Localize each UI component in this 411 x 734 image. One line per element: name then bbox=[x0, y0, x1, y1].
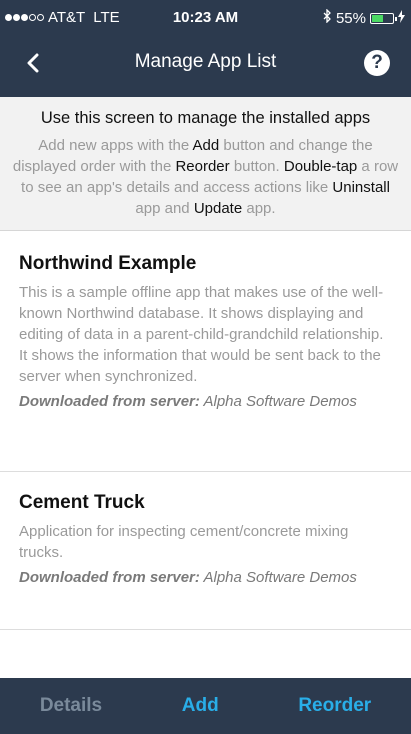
app-source-label: Downloaded from server: bbox=[19, 393, 200, 410]
double-tap-keyword: Double-tap bbox=[283, 158, 358, 175]
app-title: Cement Truck bbox=[19, 492, 145, 513]
app-source-value: Alpha Software Demos bbox=[199, 569, 357, 586]
nav-bar: Manage App List ? bbox=[0, 36, 411, 92]
uninstall-keyword: Uninstall bbox=[332, 179, 390, 196]
status-right: 55% bbox=[323, 8, 405, 27]
app-description: This is a sample offline app that makes … bbox=[19, 284, 384, 385]
app-title: Northwind Example bbox=[19, 253, 197, 274]
details-button[interactable]: Details bbox=[32, 695, 110, 717]
intro-heading: Use this screen to manage the installed … bbox=[40, 109, 371, 127]
add-button[interactable]: Add bbox=[174, 695, 227, 717]
bottom-toolbar: Details Add Reorder bbox=[0, 678, 411, 734]
app-source: Downloaded from server: Alpha Software D… bbox=[19, 391, 392, 412]
help-button[interactable]: ? bbox=[364, 50, 390, 76]
reorder-button[interactable]: Reorder bbox=[290, 695, 379, 717]
app-source: Downloaded from server: Alpha Software D… bbox=[19, 567, 392, 588]
reorder-keyword: Reorder bbox=[175, 158, 230, 175]
app-description: Application for inspecting cement/concre… bbox=[19, 523, 349, 561]
app-list-item[interactable]: Cement Truck Application for inspecting … bbox=[0, 472, 411, 630]
app-list-item[interactable]: Northwind Example This is a sample offli… bbox=[0, 231, 411, 472]
status-bar: AT&T LTE 10:23 AM 55% bbox=[0, 0, 411, 36]
intro-text: Add new apps with the Add button and cha… bbox=[12, 137, 399, 217]
battery-percent: 55% bbox=[335, 9, 366, 27]
bluetooth-icon bbox=[323, 8, 332, 27]
top-bar: AT&T LTE 10:23 AM 55% Manage App List ? bbox=[0, 0, 411, 97]
app-source-label: Downloaded from server: bbox=[19, 569, 200, 586]
battery-icon bbox=[370, 12, 397, 24]
intro-panel: Use this screen to manage the installed … bbox=[0, 97, 411, 231]
help-icon: ? bbox=[371, 52, 383, 73]
page-title: Manage App List bbox=[134, 51, 277, 72]
app-source-value: Alpha Software Demos bbox=[199, 393, 357, 410]
charging-icon bbox=[398, 9, 405, 27]
add-keyword: Add bbox=[192, 137, 220, 154]
update-keyword: Update bbox=[193, 200, 243, 217]
